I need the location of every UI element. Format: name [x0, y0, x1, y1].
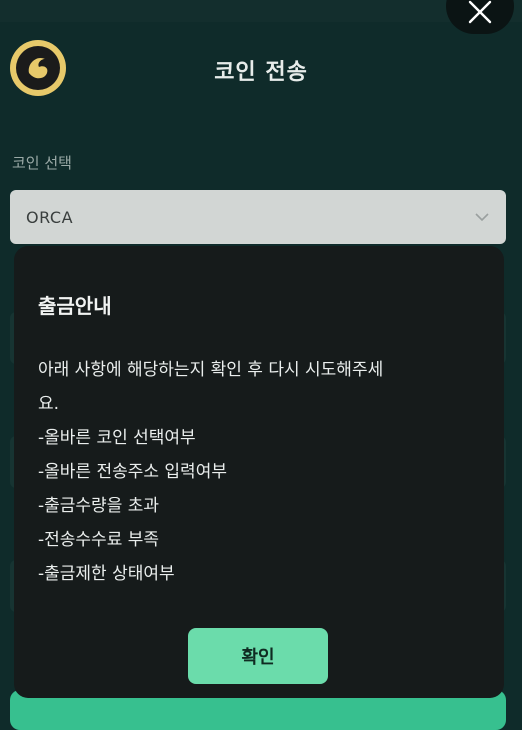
header: 코인 전송: [0, 36, 522, 100]
page-title: 코인 전송: [214, 60, 308, 85]
coin-select-dropdown[interactable]: ORCA: [10, 190, 506, 244]
withdrawal-notice-modal: 출금안내 아래 사항에 해당하는지 확인 후 다시 시도해주세 요. -올바른 …: [14, 246, 504, 698]
top-bar: [0, 0, 522, 22]
confirm-button[interactable]: 확인: [188, 628, 328, 684]
coin-select-value: ORCA: [26, 207, 74, 227]
modal-line: -올바른 전송주소 입력여부: [38, 462, 227, 482]
close-button[interactable]: [446, 0, 514, 34]
coin-select-label: 코인 선택: [12, 154, 72, 172]
modal-line: -전송수수료 부족: [38, 530, 160, 550]
modal-line: -출금제한 상태여부: [38, 564, 175, 584]
modal-title: 출금안내: [38, 294, 112, 318]
modal-line: 아래 사항에 해당하는지 확인 후 다시 시도해주세: [38, 360, 384, 380]
modal-line: -올바른 코인 선택여부: [38, 428, 196, 448]
chevron-down-icon: [474, 212, 490, 222]
close-icon: [468, 0, 492, 24]
modal-line: -출금수량을 초과: [38, 496, 160, 516]
modal-line: 요.: [38, 394, 60, 414]
